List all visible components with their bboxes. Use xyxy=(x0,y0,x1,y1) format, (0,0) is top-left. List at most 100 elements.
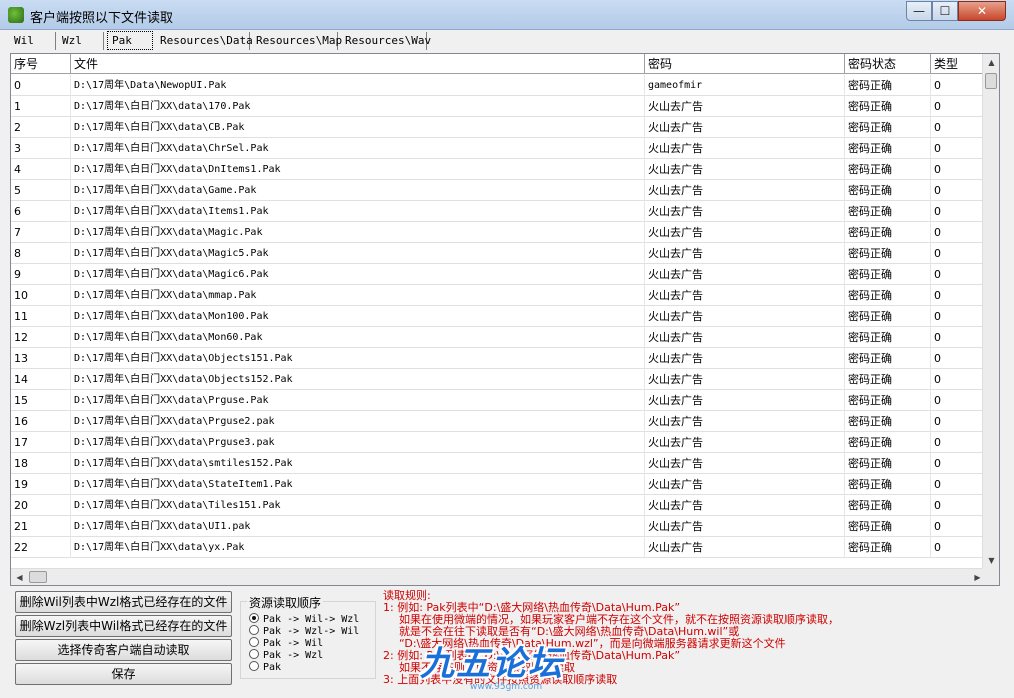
tab-wil[interactable]: Wil xyxy=(10,32,56,50)
cell-file: D:\17周年\白日门XX\data\Objects152.Pak xyxy=(71,369,645,390)
table-row[interactable]: 19 D:\17周年\白日门XX\data\StateItem1.Pak 火山去广告… xyxy=(11,474,986,495)
cell-file: D:\17周年\白日门XX\data\StateItem1.Pak xyxy=(71,474,645,495)
table-row[interactable]: 22 D:\17周年\白日门XX\data\yx.Pak 火山去广告 密码正确 0 xyxy=(11,537,986,558)
table-row[interactable]: 10 D:\17周年\白日门XX\data\mmap.Pak 火山去广告 密码正确 0 xyxy=(11,285,986,306)
file-list-table[interactable]: 序号 文件 密码 密码状态 类型 0 D:\17周年\Data\NewopUI.P… xyxy=(10,53,1000,586)
cell-password-status: 密码正确 xyxy=(845,243,931,264)
scroll-left-icon[interactable]: ◀ xyxy=(11,569,28,585)
header-file[interactable]: 文件 xyxy=(71,54,645,74)
table-row[interactable]: 12 D:\17周年\白日门XX\data\Mon60.Pak 火山去广告 密码正确 0 xyxy=(11,327,986,348)
cell-file: D:\17周年\白日门XX\data\Magic6.Pak xyxy=(71,264,645,285)
cell-index: 12 xyxy=(11,327,71,348)
radio-icon[interactable] xyxy=(249,661,259,671)
cell-type: 0 xyxy=(931,117,986,138)
cell-index: 8 xyxy=(11,243,71,264)
table-row[interactable]: 0 D:\17周年\Data\NewopUI.Pak gameofmir 密码正确 0 xyxy=(11,75,986,96)
delete-wzl-duplicates-button[interactable]: 删除Wzl列表中Wil格式已经存在的文件 xyxy=(15,615,232,637)
cell-file: D:\17周年\白日门XX\data\Prguse2.pak xyxy=(71,411,645,432)
horizontal-scroll-thumb[interactable] xyxy=(29,571,47,583)
cell-password: 火山去广告 xyxy=(645,432,845,453)
cell-index: 21 xyxy=(11,516,71,537)
table-row[interactable]: 6 D:\17周年\白日门XX\data\Items1.Pak 火山去广告 密码正确 0 xyxy=(11,201,986,222)
select-client-button[interactable]: 选择传奇客户端自动读取 xyxy=(15,639,232,661)
cell-file: D:\17周年\白日门XX\data\Prguse3.pak xyxy=(71,432,645,453)
tab-wzl[interactable]: Wzl xyxy=(58,32,104,50)
delete-wil-duplicates-button[interactable]: 删除Wil列表中Wzl格式已经存在的文件 xyxy=(15,591,232,613)
cell-index: 20 xyxy=(11,495,71,516)
table-row[interactable]: 4 D:\17周年\白日门XX\data\DnItems1.Pak 火山去广告 密码正… xyxy=(11,159,986,180)
cell-type: 0 xyxy=(931,159,986,180)
cell-password-status: 密码正确 xyxy=(845,348,931,369)
table-row[interactable]: 15 D:\17周年\白日门XX\data\Prguse.Pak 火山去广告 密码正确… xyxy=(11,390,986,411)
table-row[interactable]: 20 D:\17周年\白日门XX\data\Tiles151.Pak 火山去广告 密码… xyxy=(11,495,986,516)
cell-index: 6 xyxy=(11,201,71,222)
minimize-button[interactable]: — xyxy=(906,1,932,21)
radio-selected-icon[interactable] xyxy=(249,613,259,623)
table-row[interactable]: 1 D:\17周年\白日门XX\data\170.Pak 火山去广告 密码正确 0 xyxy=(11,96,986,117)
cell-index: 7 xyxy=(11,222,71,243)
scrollbar-corner xyxy=(982,568,999,585)
table-row[interactable]: 14 D:\17周年\白日门XX\data\Objects152.Pak 火山去广告… xyxy=(11,369,986,390)
cell-password-status: 密码正确 xyxy=(845,516,931,537)
table-row[interactable]: 3 D:\17周年\白日门XX\data\ChrSel.Pak 火山去广告 密码正确 0 xyxy=(11,138,986,159)
radio-icon[interactable] xyxy=(249,625,259,635)
table-row[interactable]: 13 D:\17周年\白日门XX\data\Objects151.Pak 火山去广告… xyxy=(11,348,986,369)
cell-file: D:\17周年\白日门XX\data\170.Pak xyxy=(71,96,645,117)
header-type[interactable]: 类型 xyxy=(931,54,986,74)
cell-file: D:\17周年\白日门XX\data\CB.Pak xyxy=(71,117,645,138)
save-button[interactable]: 保存 xyxy=(15,663,232,685)
header-password-status[interactable]: 密码状态 xyxy=(845,54,931,74)
cell-password: 火山去广告 xyxy=(645,222,845,243)
cell-index: 13 xyxy=(11,348,71,369)
radio-pak-wil[interactable]: Pak -> Wil xyxy=(249,637,323,649)
cell-type: 0 xyxy=(931,432,986,453)
maximize-button[interactable]: ☐ xyxy=(932,1,958,21)
title-bar: 客户端按照以下文件读取 — ☐ ✕ xyxy=(0,0,1014,30)
tab-resources-wav[interactable]: Resources\Wav xyxy=(341,32,431,50)
resource-order-title: 资源读取顺序 xyxy=(247,594,324,611)
table-row[interactable]: 16 D:\17周年\白日门XX\data\Prguse2.pak 火山去广告 密码正… xyxy=(11,411,986,432)
vertical-scrollbar[interactable]: ▲ ▼ xyxy=(982,54,999,569)
table-row[interactable]: 7 D:\17周年\白日门XX\data\Magic.Pak 火山去广告 密码正确 0 xyxy=(11,222,986,243)
cell-index: 15 xyxy=(11,390,71,411)
table-row[interactable]: 9 D:\17周年\白日门XX\data\Magic6.Pak 火山去广告 密码正确 0 xyxy=(11,264,986,285)
header-index[interactable]: 序号 xyxy=(11,54,71,74)
table-body: 0 D:\17周年\Data\NewopUI.Pak gameofmir 密码正确 0 1… xyxy=(11,75,986,558)
cell-file: D:\17周年\白日门XX\data\Tiles151.Pak xyxy=(71,495,645,516)
radio-icon[interactable] xyxy=(249,649,259,659)
radio-pak[interactable]: Pak xyxy=(249,661,281,673)
horizontal-scrollbar[interactable]: ◀ ▶ xyxy=(11,568,986,585)
radio-pak-wil-wzl[interactable]: Pak -> Wil-> Wzl xyxy=(249,613,359,625)
tab-resources-data[interactable]: Resources\Data xyxy=(156,32,253,50)
cell-password: 火山去广告 xyxy=(645,369,845,390)
table-row[interactable]: 5 D:\17周年\白日门XX\data\Game.Pak 火山去广告 密码正确 0 xyxy=(11,180,986,201)
cell-file: D:\17周年\白日门XX\data\ChrSel.Pak xyxy=(71,138,645,159)
scroll-down-icon[interactable]: ▼ xyxy=(983,552,999,569)
tab-resources-map[interactable]: Resources\Map xyxy=(252,32,342,50)
table-row[interactable]: 17 D:\17周年\白日门XX\data\Prguse3.pak 火山去广告 密码正… xyxy=(11,432,986,453)
table-row[interactable]: 18 D:\17周年\白日门XX\data\smtiles152.Pak 火山去广告… xyxy=(11,453,986,474)
cell-index: 0 xyxy=(11,75,71,96)
tab-pak[interactable]: Pak xyxy=(107,31,153,50)
table-row[interactable]: 8 D:\17周年\白日门XX\data\Magic5.Pak 火山去广告 密码正确 0 xyxy=(11,243,986,264)
app-icon xyxy=(8,7,24,23)
cell-password-status: 密码正确 xyxy=(845,117,931,138)
radio-pak-wzl-wil[interactable]: Pak -> Wzl-> Wil xyxy=(249,625,359,637)
cell-type: 0 xyxy=(931,306,986,327)
table-row[interactable]: 11 D:\17周年\白日门XX\data\Mon100.Pak 火山去广告 密码正确… xyxy=(11,306,986,327)
cell-password-status: 密码正确 xyxy=(845,138,931,159)
close-button[interactable]: ✕ xyxy=(958,1,1006,21)
cell-file: D:\17周年\白日门XX\data\DnItems1.Pak xyxy=(71,159,645,180)
cell-password: gameofmir xyxy=(645,75,845,96)
cell-password: 火山去广告 xyxy=(645,159,845,180)
radio-pak-wzl[interactable]: Pak -> Wzl xyxy=(249,649,323,661)
table-row[interactable]: 2 D:\17周年\白日门XX\data\CB.Pak 火山去广告 密码正确 0 xyxy=(11,117,986,138)
header-password[interactable]: 密码 xyxy=(645,54,845,74)
table-row[interactable]: 21 D:\17周年\白日门XX\data\UI1.pak 火山去广告 密码正确 0 xyxy=(11,516,986,537)
vertical-scroll-thumb[interactable] xyxy=(985,73,997,89)
radio-icon[interactable] xyxy=(249,637,259,647)
window-title: 客户端按照以下文件读取 xyxy=(30,11,174,26)
scroll-up-icon[interactable]: ▲ xyxy=(983,54,999,71)
cell-type: 0 xyxy=(931,369,986,390)
cell-index: 19 xyxy=(11,474,71,495)
